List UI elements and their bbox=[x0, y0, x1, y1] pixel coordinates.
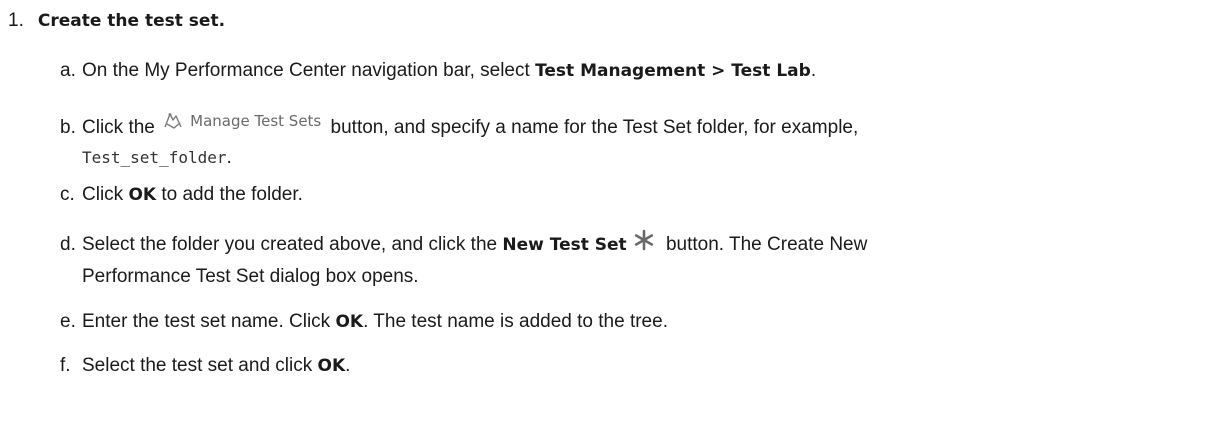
substep-text: to add the folder. bbox=[156, 184, 303, 205]
ok-label: OK bbox=[128, 185, 157, 205]
ok-label: OK bbox=[317, 356, 346, 376]
main-step: 1. Create the test set. bbox=[8, 8, 225, 34]
substep-d-continuation: Performance Test Set dialog box opens. bbox=[82, 264, 419, 290]
substep-text: Enter the test set name. Click bbox=[82, 311, 336, 332]
substep-text: On the My Performance Center navigation … bbox=[82, 60, 536, 81]
manage-test-sets-label: Manage Test Sets bbox=[190, 112, 322, 130]
substep-b-continuation: Test_set_folder. bbox=[82, 145, 232, 171]
substep-letter: a. bbox=[60, 60, 76, 81]
substep-letter: b. bbox=[60, 117, 76, 138]
example-folder-name: Test_set_folder bbox=[82, 148, 227, 167]
substep-text: button, and specify a name for the Test … bbox=[325, 117, 859, 138]
substep-letter: e. bbox=[60, 311, 76, 332]
manage-test-sets-button: Manage Test Sets bbox=[162, 108, 321, 134]
substep-text: Select the folder you created above, and… bbox=[82, 234, 503, 255]
new-test-set-label: New Test Set bbox=[502, 235, 627, 255]
substep-text: button. The Create New bbox=[660, 234, 868, 255]
substep-text: Performance Test Set dialog box opens. bbox=[82, 266, 419, 287]
menu-path: Test Management > Test Lab bbox=[535, 61, 811, 81]
punctuation: . bbox=[226, 147, 232, 168]
step-title: Create the test set. bbox=[37, 11, 226, 31]
substep-letter: d. bbox=[60, 234, 76, 255]
new-test-set-asterisk-icon bbox=[634, 229, 653, 251]
punctuation: . bbox=[810, 60, 817, 81]
punctuation: . bbox=[345, 355, 351, 376]
substep-a: a. On the My Performance Center navigatio… bbox=[60, 58, 816, 84]
substep-d: d. Select the folder you created above, a… bbox=[60, 229, 867, 258]
substep-b: b. Click the Manage Test Sets button, and… bbox=[60, 108, 858, 141]
substep-text: . The test name is added to the tree. bbox=[363, 311, 668, 332]
manage-test-sets-icon bbox=[164, 113, 182, 129]
substep-f: f. Select the test set and click OK. bbox=[60, 353, 350, 379]
substep-e: e. Enter the test set name. Click OK. The… bbox=[60, 309, 668, 335]
substep-text: Click bbox=[82, 184, 129, 205]
step-number: 1. bbox=[8, 10, 24, 31]
substep-letter: f. bbox=[60, 355, 71, 376]
ok-label: OK bbox=[335, 312, 364, 332]
substep-letter: c. bbox=[60, 184, 75, 205]
substep-c: c. Click OK to add the folder. bbox=[60, 182, 303, 208]
substep-text: Select the test set and click bbox=[82, 355, 318, 376]
substep-text: Click the bbox=[82, 117, 161, 138]
